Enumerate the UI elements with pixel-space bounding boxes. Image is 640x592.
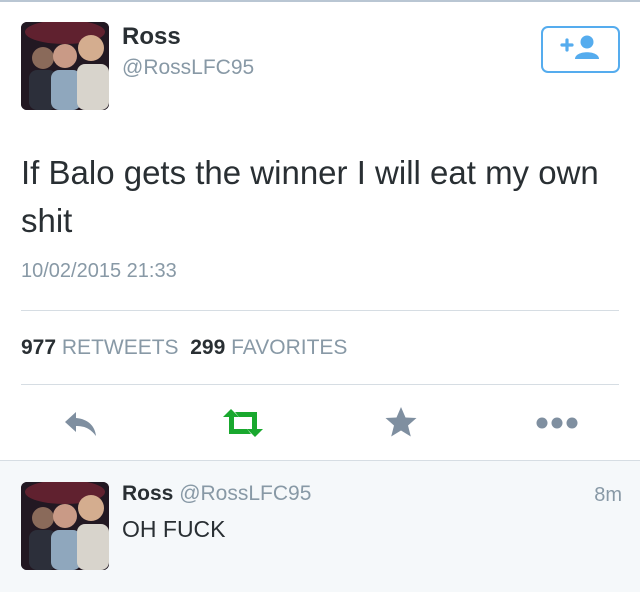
retweet-icon (219, 406, 267, 445)
tweet-text: If Balo gets the winner I will eat my ow… (21, 154, 599, 239)
reply-author-name: Ross (122, 482, 174, 505)
avatar[interactable] (21, 22, 109, 110)
retweets-stat[interactable]: 977 RETWEETS (21, 336, 179, 359)
follow-button[interactable] (541, 26, 620, 73)
more-dots-icon (535, 416, 579, 435)
reply-avatar[interactable] (21, 482, 109, 570)
follow-user-icon (559, 34, 603, 65)
reply-author[interactable]: Ross @RossLFC95 (122, 482, 311, 506)
favorite-button[interactable] (380, 403, 422, 445)
reply-tweet[interactable]: Ross @RossLFC95 8m OH FUCK (0, 460, 640, 592)
favorites-count: 299 (190, 336, 226, 359)
tweet-detail: Ross @RossLFC95 If Balo gets the winner … (0, 2, 640, 460)
reply-icon (62, 409, 102, 444)
author-name[interactable]: Ross (122, 23, 181, 51)
retweets-label: RETWEETS (61, 336, 179, 359)
tweet-stats: 977 RETWEETS 299 FAVORITES (21, 336, 347, 360)
tweet-timestamp: 10/02/2015 21:33 (21, 260, 177, 282)
retweets-count: 977 (21, 336, 57, 359)
more-button[interactable] (533, 407, 581, 443)
author-handle[interactable]: @RossLFC95 (122, 56, 254, 80)
favorites-stat[interactable]: 299 FAVORITES (190, 336, 347, 359)
reply-button[interactable] (60, 406, 104, 446)
favorites-label: FAVORITES (231, 336, 348, 359)
divider (21, 384, 619, 385)
reply-author-handle: @RossLFC95 (179, 482, 312, 505)
star-icon (384, 405, 418, 444)
reply-text: OH FUCK (122, 516, 226, 542)
divider (21, 310, 619, 311)
retweet-button[interactable] (218, 404, 268, 446)
reply-time: 8m (594, 484, 622, 506)
